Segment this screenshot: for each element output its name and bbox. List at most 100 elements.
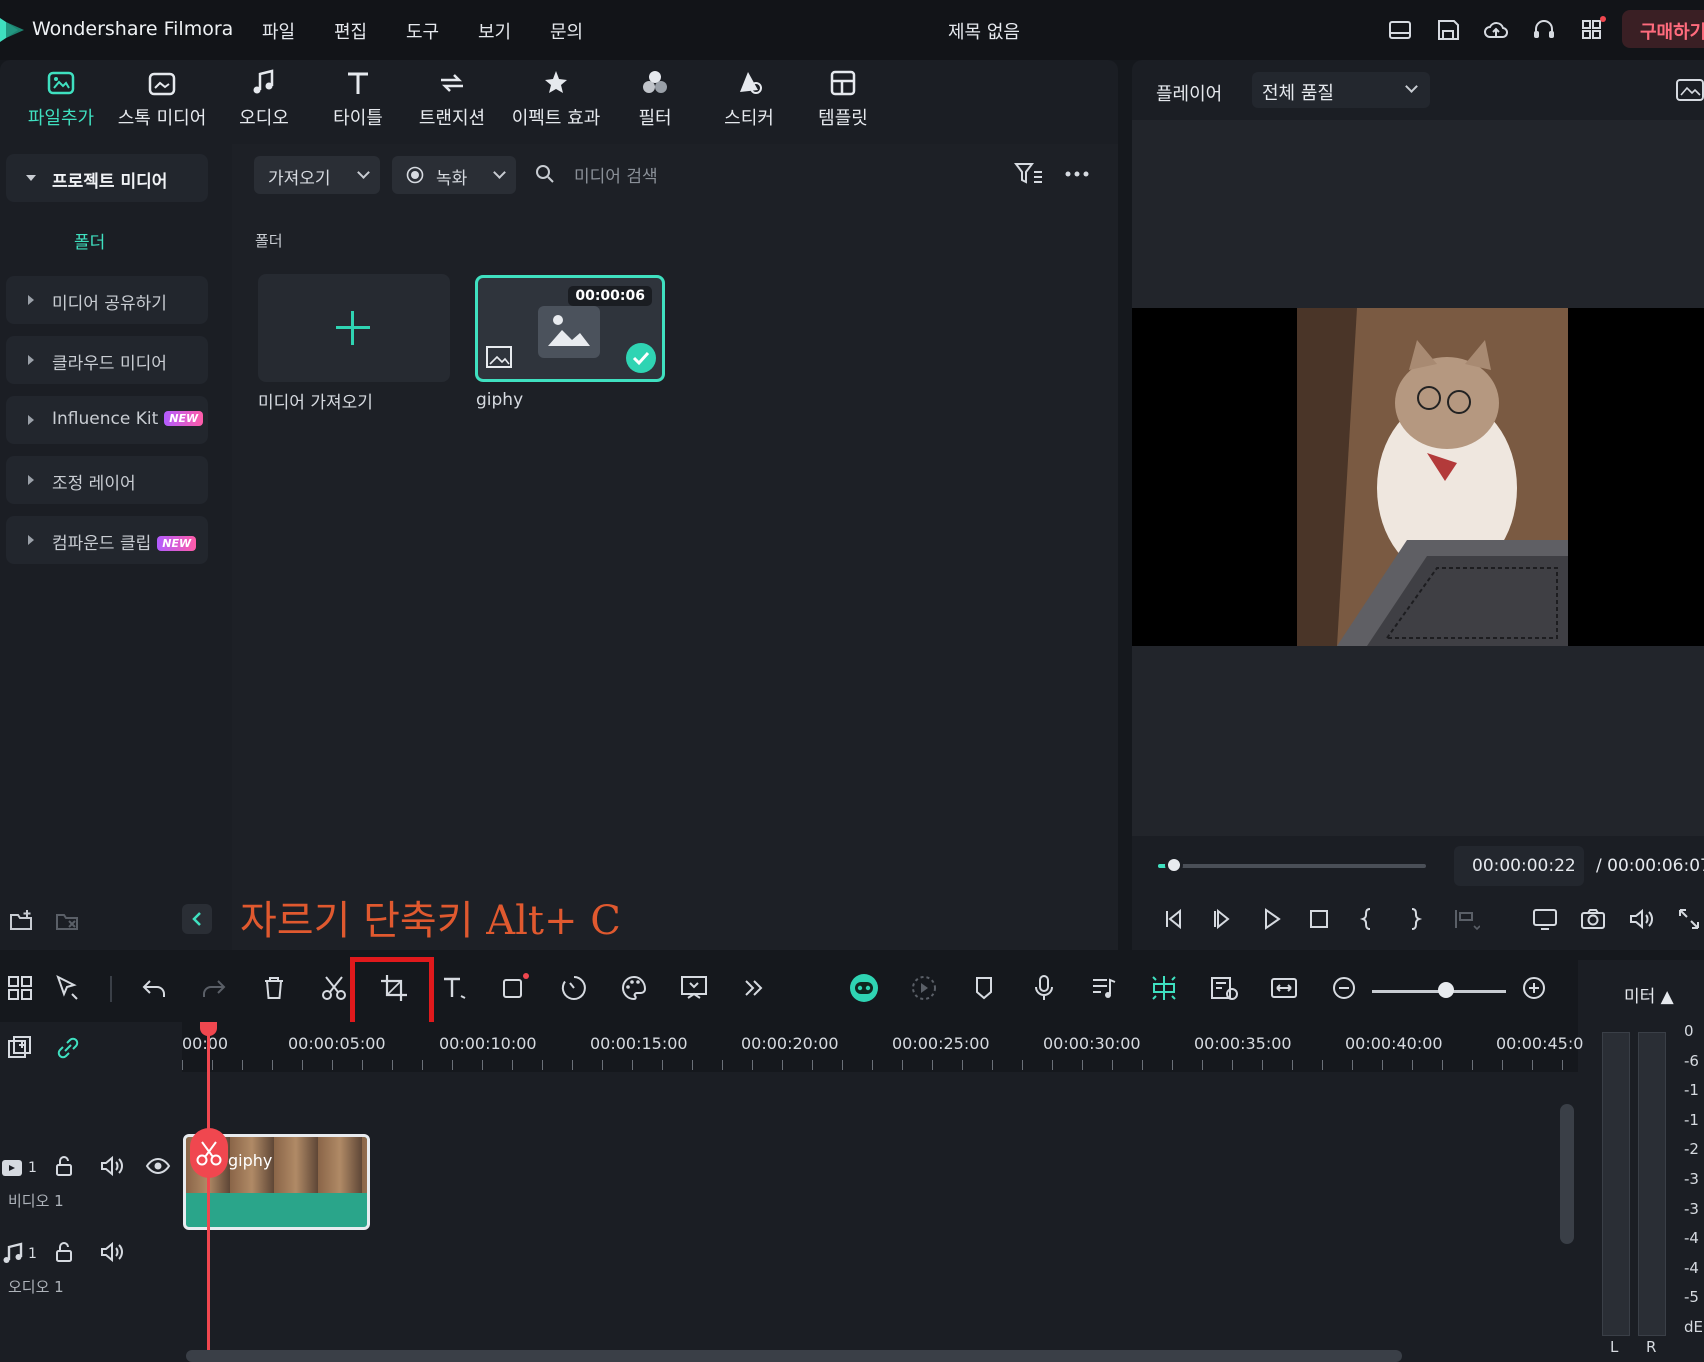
split-at-playhead-button[interactable] [190,1128,228,1178]
timeline-horizontal-scrollbar[interactable] [186,1350,1402,1362]
voiceover-button[interactable] [1026,970,1062,1006]
import-dropdown[interactable]: 가져오기 [254,156,380,194]
sidebar-folder[interactable]: 폴더 [74,228,105,253]
tab-audio[interactable]: 오디오 [226,66,302,142]
tab-effects[interactable]: 이펙트 효과 [504,66,608,142]
cloud-upload-icon[interactable] [1482,16,1510,44]
record-dropdown[interactable]: 녹화 [392,156,516,194]
collapse-sidebar-button[interactable] [182,904,212,934]
buy-button[interactable]: 구매하기 [1622,10,1704,48]
next-frame-button[interactable] [1208,904,1238,934]
speed-button[interactable] [556,970,592,1006]
chevron-down-icon [357,166,370,179]
snapshot-view-icon[interactable] [1676,78,1704,102]
playback-scrub-handle[interactable] [1165,856,1183,874]
playback-progress-track[interactable] [1158,864,1426,868]
marker-button[interactable] [966,970,1002,1006]
auto-render-button[interactable] [906,970,942,1006]
audio-mixer-button[interactable] [1086,970,1122,1006]
mute-track-icon[interactable] [98,1152,126,1180]
support-headset-icon[interactable] [1530,16,1558,44]
layout-icon[interactable] [1386,16,1414,44]
fit-timeline-button[interactable] [1266,970,1302,1006]
playhead-line[interactable] [207,1022,210,1362]
mark-out-button[interactable] [1400,904,1430,934]
quality-dropdown[interactable]: 전체 품질 [1252,72,1430,108]
menu-edit[interactable]: 편집 [334,18,367,44]
select-tool-button[interactable] [50,970,86,1006]
tab-filters[interactable]: 필터 [614,66,696,142]
sidebar-project-media[interactable]: 프로젝트 미디어 [6,154,208,202]
trash-icon [265,977,283,999]
apps-grid-icon[interactable] [1578,16,1606,44]
tab-transitions[interactable]: 트랜지션 [404,66,500,142]
ai-robot-icon [850,974,878,1002]
video-track-icon [2,1160,22,1176]
filmora-window: Wondershare Filmora 파일 편집 도구 보기 문의 제목 없음… [0,0,1704,1362]
zoom-in-button[interactable] [1516,970,1552,1006]
tab-stock-media[interactable]: 스톡 미디어 [112,66,212,142]
color-button[interactable] [616,970,652,1006]
new-folder-icon[interactable] [8,908,34,934]
ai-portrait-button[interactable] [676,970,712,1006]
tab-templates[interactable]: 템플릿 [800,66,886,142]
timeline-vertical-scrollbar[interactable] [1560,1104,1574,1244]
delete-button[interactable] [256,970,292,1006]
play-button[interactable] [1256,904,1286,934]
stop-button[interactable] [1304,904,1334,934]
sidebar-item-adjustment-layer[interactable]: 조정 레이어 [6,456,208,504]
mute-track-icon[interactable] [98,1238,126,1266]
display-settings-button[interactable] [1530,904,1560,934]
fullscreen-button[interactable] [1674,904,1704,934]
sidebar-item-shared-media[interactable]: 미디어 공유하기 [6,276,208,324]
meter-toggle[interactable]: 미터 ▲ [1624,982,1674,1007]
music-list-icon [1093,978,1116,998]
tab-import-media[interactable]: 파일추가 [18,66,104,142]
shape-mask-button[interactable] [496,970,532,1006]
zoom-slider-handle[interactable] [1438,982,1454,998]
eye-visibility-icon[interactable] [144,1152,172,1180]
mark-in-button[interactable] [1352,904,1382,934]
current-time-display[interactable]: 00:00:00:22 [1454,846,1584,886]
menu-view[interactable]: 보기 [478,18,511,44]
sidebar-item-influence-kit[interactable]: Influence Kit NEW [6,396,208,444]
delete-folder-icon[interactable] [54,908,80,934]
sidebar-item-compound-clip[interactable]: 컴파운드 클립 NEW [6,516,208,564]
redo-button[interactable] [196,970,232,1006]
more-tools-button[interactable] [736,970,772,1006]
ai-copilot-button[interactable] [846,970,882,1006]
expand-caret-icon [28,475,34,485]
snapshot-button[interactable] [1578,904,1608,934]
more-options-icon[interactable] [1064,164,1090,184]
snap-toggle-button[interactable] [1146,970,1182,1006]
layout-mode-button[interactable] [2,970,38,1006]
split-button[interactable] [316,970,352,1006]
sidebar-item-cloud-media[interactable]: 클라우드 미디어 [6,336,208,384]
ruler-time-label: 00:00:45:0 [1496,1034,1584,1053]
dropdown-label: 전체 품질 [1262,83,1334,104]
new-badge: NEW [157,536,197,551]
prev-frame-button[interactable] [1160,904,1190,934]
ruler-time-label: 00:00 [182,1034,229,1053]
menu-file[interactable]: 파일 [262,18,295,44]
tab-titles[interactable]: 타이틀 [320,66,396,142]
menu-tools[interactable]: 도구 [406,18,439,44]
save-icon[interactable] [1434,16,1462,44]
media-search-input[interactable]: 미디어 검색 [574,162,658,187]
import-media-card[interactable] [258,274,450,382]
media-clip-card[interactable]: 00:00:06 [475,275,665,382]
play-icon [1265,908,1281,930]
zoom-out-button[interactable] [1326,970,1362,1006]
undo-button[interactable] [136,970,172,1006]
volume-button[interactable] [1626,904,1656,934]
lock-track-icon[interactable] [50,1238,78,1266]
link-clips-icon[interactable] [54,1034,82,1062]
add-text-button[interactable] [436,970,472,1006]
preview-render-button[interactable] [1206,970,1242,1006]
filter-sort-icon[interactable] [1014,160,1044,188]
tab-stickers[interactable]: 스티커 [706,66,792,142]
menu-help[interactable]: 문의 [550,18,583,44]
add-track-icon[interactable] [6,1034,34,1062]
lock-track-icon[interactable] [50,1152,78,1180]
insert-options-button[interactable] [1450,904,1481,934]
